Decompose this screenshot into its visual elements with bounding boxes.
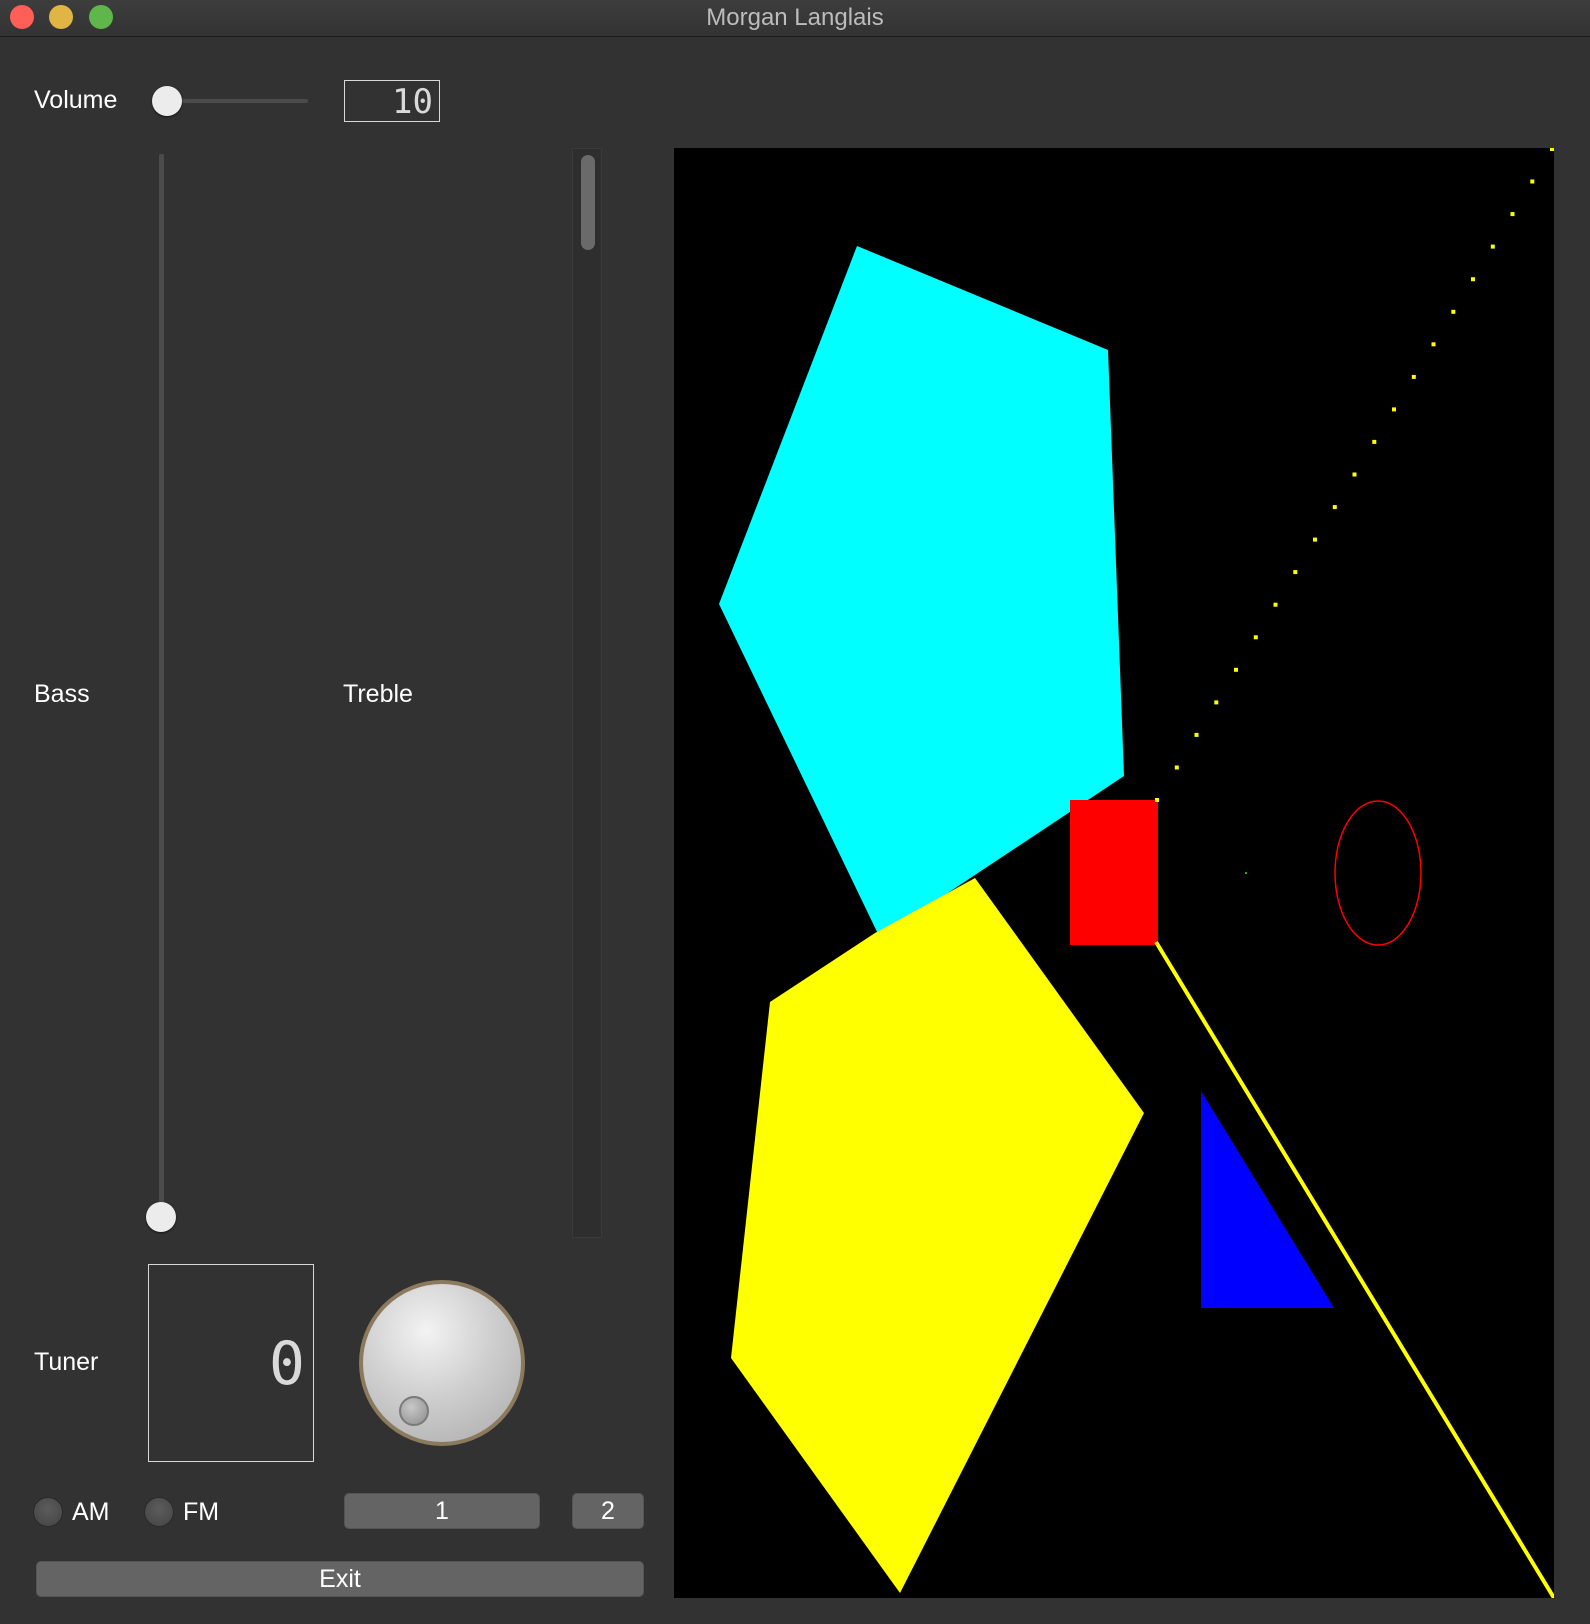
yellow-dot bbox=[1234, 667, 1238, 672]
yellow-dot bbox=[1352, 472, 1357, 477]
am-radio[interactable] bbox=[33, 1497, 63, 1527]
yellow-dot bbox=[1372, 439, 1377, 444]
treble-scrollbar[interactable] bbox=[572, 148, 602, 1238]
fm-radio[interactable] bbox=[144, 1497, 174, 1527]
yellow-dot bbox=[1253, 635, 1258, 640]
yellow-dot bbox=[1451, 309, 1456, 314]
preset-2-button[interactable]: 2 bbox=[572, 1493, 644, 1529]
volume-label: Volume bbox=[34, 86, 118, 114]
yellow-dot bbox=[1490, 244, 1495, 249]
bass-label: Bass bbox=[34, 680, 90, 708]
tuner-label: Tuner bbox=[34, 1348, 99, 1376]
yellow-dot bbox=[1392, 407, 1396, 412]
yellow-dot bbox=[1214, 700, 1219, 705]
yellow-dot bbox=[1550, 147, 1554, 151]
dial-notch-icon bbox=[399, 1396, 429, 1426]
yellow-dot bbox=[1194, 732, 1199, 737]
yellow-dot bbox=[1293, 570, 1298, 575]
fm-label: FM bbox=[183, 1498, 220, 1526]
preset-1-button[interactable]: 1 bbox=[344, 1493, 540, 1529]
yellow-dot bbox=[1155, 798, 1159, 802]
yellow-dot bbox=[1530, 179, 1535, 184]
yellow-dot bbox=[1313, 537, 1317, 542]
bass-slider-thumb[interactable] bbox=[146, 1202, 176, 1232]
treble-label: Treble bbox=[343, 680, 413, 708]
yellow-dot bbox=[1411, 374, 1416, 379]
tuner-dial[interactable] bbox=[359, 1280, 525, 1446]
red-ellipse-outline bbox=[1334, 800, 1422, 946]
yellow-dot bbox=[1431, 342, 1436, 347]
yellow-dotted-line bbox=[1155, 147, 1554, 802]
drawing-canvas[interactable] bbox=[674, 147, 1556, 1600]
title-bar: Morgan Langlais bbox=[0, 0, 1590, 37]
yellow-dot bbox=[1273, 602, 1278, 607]
yellow-dot bbox=[1332, 505, 1337, 510]
green-dot bbox=[1245, 872, 1247, 874]
tuner-lcd-display: 0 bbox=[148, 1264, 314, 1462]
yellow-dot bbox=[1510, 212, 1515, 217]
volume-slider-thumb[interactable] bbox=[152, 86, 182, 116]
shapes-svg bbox=[719, 147, 1556, 1600]
yellow-polygon bbox=[731, 878, 1144, 1593]
am-label: AM bbox=[72, 1498, 110, 1526]
treble-scrollbar-handle[interactable] bbox=[581, 155, 595, 250]
yellow-dot bbox=[1174, 765, 1179, 770]
exit-button[interactable]: Exit bbox=[36, 1561, 644, 1597]
bass-slider[interactable] bbox=[146, 154, 176, 1232]
cyan-polygon bbox=[719, 246, 1124, 938]
yellow-dot bbox=[1471, 277, 1475, 282]
volume-slider[interactable] bbox=[152, 86, 308, 116]
volume-lcd-display: 10 bbox=[344, 80, 440, 122]
window-title: Morgan Langlais bbox=[706, 4, 884, 31]
red-rectangle bbox=[1070, 800, 1158, 945]
